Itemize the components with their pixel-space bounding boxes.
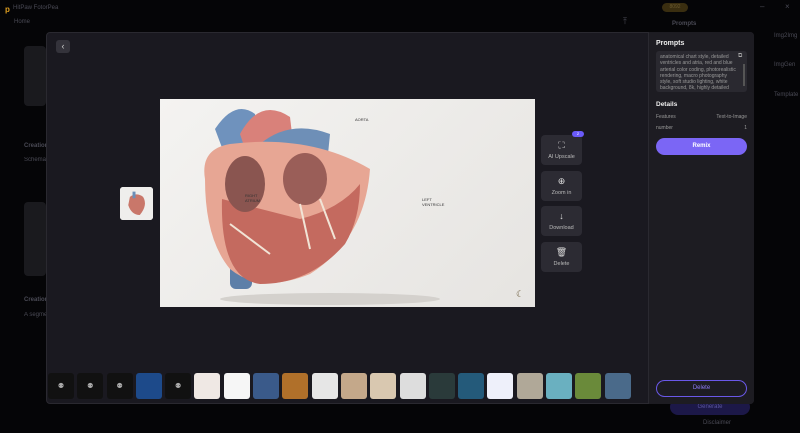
thumbnail-strip: ⚉ ⚉ ⚉ ⚉ xyxy=(48,373,631,399)
thumbnail[interactable] xyxy=(428,373,455,399)
delete-image-button[interactable]: 🗑 Delete xyxy=(541,242,582,272)
thumbnail[interactable] xyxy=(487,373,514,399)
watermark-logo: ☾ xyxy=(516,289,525,299)
prompts-title: Prompts xyxy=(656,40,685,47)
prompt-scrollbar[interactable] xyxy=(743,64,745,86)
thumbnail[interactable] xyxy=(282,373,309,399)
selected-thumbnail[interactable] xyxy=(120,187,153,220)
details-title: Details xyxy=(656,101,678,108)
thumbnail[interactable] xyxy=(604,373,631,399)
label-aorta: AORTA xyxy=(355,117,369,122)
thumbnail[interactable] xyxy=(458,373,485,399)
thumbnail[interactable] xyxy=(516,373,543,399)
upload-icon[interactable]: ⤒ xyxy=(623,16,627,27)
creation-title: Creation xyxy=(24,143,49,149)
upscale-credit-badge: 2 xyxy=(572,131,584,137)
copy-icon[interactable]: ⧉ xyxy=(738,53,742,60)
ai-upscale-button[interactable]: ⛶ AI Upscale xyxy=(541,135,582,165)
remix-button[interactable]: Remix xyxy=(656,138,747,155)
bg-card xyxy=(24,46,46,106)
zoom-in-icon: ⊕ xyxy=(557,176,566,186)
heart-illustration xyxy=(204,109,440,305)
thumbnail[interactable] xyxy=(370,373,397,399)
detail-row-features: Features Text-to-Image xyxy=(656,114,747,120)
thumbnail[interactable] xyxy=(311,373,338,399)
app-title: HitPaw FotorPea xyxy=(13,5,59,11)
tab-imggen[interactable]: ImgGen xyxy=(774,62,795,68)
main-image: AORTA RIGHT ATRIUM LEFT VENTRICLE ☾ xyxy=(160,99,535,307)
creation-title: Creation xyxy=(24,297,49,303)
thumbnail[interactable] xyxy=(194,373,221,399)
creation-desc: A segment screen. xyxy=(24,312,46,318)
thumbnail[interactable] xyxy=(399,373,426,399)
thumbnail[interactable]: ⚉ xyxy=(106,373,133,399)
tab-template[interactable]: Template xyxy=(774,92,798,98)
creation-desc: Schematic precise structure xyxy=(24,157,46,163)
app-logo: p xyxy=(5,5,10,14)
thumbnail[interactable]: ⚉ xyxy=(48,373,74,399)
thumbnail[interactable] xyxy=(575,373,602,399)
prompt-text: anatomical chart style, detailed ventric… xyxy=(656,51,747,92)
label-left-ventricle: LEFT VENTRICLE xyxy=(422,197,445,207)
thumbnail[interactable] xyxy=(223,373,250,399)
download-button[interactable]: ↓ Download xyxy=(541,206,582,236)
upscale-icon: ⛶ xyxy=(558,140,565,150)
zoom-in-button[interactable]: ⊕ Zoom in xyxy=(541,171,582,201)
thumbnail[interactable] xyxy=(253,373,280,399)
bg-card xyxy=(24,202,46,276)
thumbnail[interactable] xyxy=(135,373,162,399)
prompts-header: Prompts xyxy=(672,21,697,27)
detail-row-number: number 1 xyxy=(656,125,747,131)
delete-button[interactable]: Delete xyxy=(656,380,747,397)
thumbnail[interactable]: ⚉ xyxy=(165,373,192,399)
tab-img2img[interactable]: Img2Img xyxy=(774,33,797,39)
credits-badge[interactable]: 8092 xyxy=(662,3,688,12)
download-icon: ↓ xyxy=(559,211,564,221)
disclaimer-link[interactable]: Disclaimer xyxy=(703,420,731,426)
trash-icon: 🗑 xyxy=(555,247,568,257)
home-link[interactable]: Home xyxy=(14,19,30,25)
back-button[interactable]: ‹ xyxy=(56,40,70,53)
label-right-atrium: RIGHT ATRIUM xyxy=(245,193,261,203)
thumbnail[interactable] xyxy=(546,373,573,399)
thumbnail[interactable]: ⚉ xyxy=(77,373,104,399)
thumbnail[interactable] xyxy=(340,373,367,399)
close-button[interactable]: × xyxy=(785,2,790,11)
minimize-button[interactable]: – xyxy=(760,2,764,11)
